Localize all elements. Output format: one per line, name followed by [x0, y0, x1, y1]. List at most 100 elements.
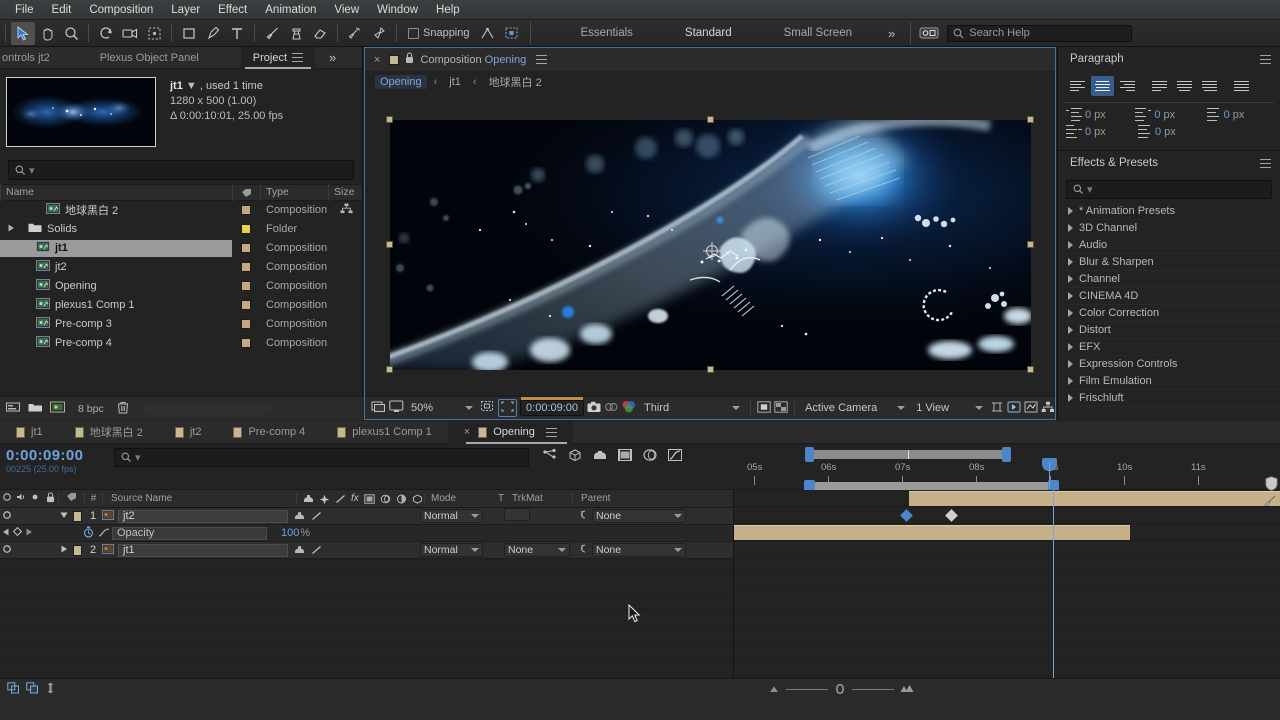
layer-mode-cell[interactable]: Normal [418, 509, 490, 523]
region-icon[interactable] [757, 401, 771, 416]
timeline-empty-track-row[interactable] [734, 541, 1280, 558]
layer-label-swatch[interactable] [70, 545, 84, 556]
project-item-label-swatch-cell[interactable] [232, 281, 260, 291]
disclosure-triangle-icon[interactable] [1068, 343, 1073, 351]
layer-parent-select[interactable]: None [592, 543, 686, 557]
project-panel-menu-icon[interactable] [292, 53, 303, 62]
camera-view-select[interactable]: Active Camera [801, 402, 909, 414]
disclosure-triangle-icon[interactable] [1068, 241, 1073, 249]
parent-pickwhip-icon[interactable] [574, 509, 592, 523]
property-name[interactable]: Opacity [112, 527, 267, 540]
close-icon[interactable]: × [464, 426, 470, 438]
adjustment-layer-icon[interactable] [396, 494, 407, 504]
search-help-input[interactable]: Search Help [947, 25, 1132, 42]
project-item-label-swatch-cell[interactable] [232, 319, 260, 329]
timeline-empty-track-row[interactable] [734, 609, 1280, 626]
layer-video-toggle[interactable] [0, 510, 14, 523]
col-index[interactable]: # [84, 493, 102, 504]
project-item-row[interactable]: 地球黑白 2Composition [0, 201, 362, 220]
layer-mode-select[interactable]: Normal [420, 509, 483, 523]
space-before-field[interactable]: 0 px [1205, 108, 1274, 121]
timeline-search-caret[interactable]: ▾ [135, 451, 141, 464]
breadcrumb-opening[interactable]: Opening [375, 75, 427, 89]
enable-frame-blending-icon[interactable] [617, 448, 633, 465]
zoom-slider-thumb[interactable] [834, 683, 846, 695]
menu-item-layer[interactable]: Layer [162, 0, 209, 20]
timeline-empty-row[interactable] [0, 576, 733, 593]
snapping-toggle[interactable]: Snapping [402, 27, 476, 39]
timeline-empty-track-row[interactable] [734, 660, 1280, 677]
zoom-out-icon[interactable] [768, 684, 780, 694]
layer-video-toggle[interactable] [0, 544, 14, 557]
effects-category-row[interactable]: 3D Channel [1058, 220, 1280, 237]
menu-item-help[interactable]: Help [427, 0, 469, 20]
align-left-button[interactable] [1066, 76, 1089, 96]
effects-category-row[interactable]: Film Emulation [1058, 373, 1280, 390]
workspace-small-screen[interactable]: Small Screen [758, 20, 878, 47]
chevron-down-icon[interactable] [465, 406, 473, 410]
menu-item-effect[interactable]: Effect [209, 0, 256, 20]
label-color-swatch[interactable] [241, 262, 251, 272]
snap-mode-icon[interactable] [476, 22, 500, 45]
timeline-empty-track-row[interactable] [734, 592, 1280, 609]
col-trkmat[interactable]: TrkMat [508, 493, 572, 504]
selection-handle-mr[interactable] [1027, 241, 1034, 248]
hand-tool[interactable] [35, 22, 59, 45]
puppet-pin-tool[interactable] [367, 22, 391, 45]
col-t[interactable]: T [494, 493, 508, 504]
preview-dropdown-caret[interactable]: ▼ [186, 80, 197, 92]
project-item-label-swatch-cell[interactable] [232, 300, 260, 310]
camera-tool[interactable] [118, 22, 142, 45]
project-item-name-cell[interactable]: jt2 [0, 259, 232, 276]
shy-switch-icon[interactable] [294, 511, 305, 521]
workspace-more-button[interactable]: » [878, 26, 904, 41]
project-item-label-swatch-cell[interactable] [232, 224, 260, 234]
column-name[interactable]: Name [0, 184, 232, 201]
comp-flowchart-icon[interactable] [340, 203, 362, 217]
3d-layer-icon[interactable] [412, 494, 423, 504]
indent-first-line-field[interactable]: 0 px [1066, 125, 1136, 138]
timeline-panel-menu-icon[interactable] [546, 428, 557, 437]
chevron-down-icon-3[interactable] [897, 406, 905, 410]
project-item-name-cell[interactable]: Pre-comp 3 [0, 316, 232, 333]
effects-panel-menu-icon[interactable] [1260, 159, 1271, 168]
graph-editor-toggle-icon[interactable] [96, 527, 112, 540]
selection-handle-tc[interactable] [707, 116, 714, 123]
quality-icon[interactable] [335, 494, 346, 504]
justify-last-right-button[interactable] [1198, 76, 1221, 96]
roto-handle-icon[interactable] [1264, 494, 1278, 511]
timeline-current-time[interactable]: 0:00:09:00 [6, 448, 104, 464]
work-area-end-handle[interactable] [1002, 447, 1011, 462]
work-area-bar[interactable] [809, 450, 1010, 459]
project-item-name-cell[interactable]: Pre-comp 4 [0, 335, 232, 352]
disclosure-triangle-icon[interactable] [8, 223, 18, 235]
show-snapshot-icon[interactable] [604, 401, 618, 416]
menu-item-composition[interactable]: Composition [80, 0, 162, 20]
disclosure-triangle-icon[interactable] [1068, 258, 1073, 266]
breadcrumb-diqiuheibai[interactable]: 地球黑白 2 [484, 73, 547, 91]
justify-last-center-button[interactable] [1173, 76, 1196, 96]
timeline-icon[interactable] [1024, 401, 1038, 416]
monitor-icon[interactable] [389, 400, 404, 416]
menu-item-window[interactable]: Window [368, 0, 427, 20]
timeline-empty-row[interactable] [0, 593, 733, 610]
disclosure-triangle-icon[interactable] [1068, 360, 1073, 368]
column-size[interactable]: Size [328, 184, 362, 201]
stopwatch-icon[interactable] [80, 526, 96, 541]
project-preview-thumbnail[interactable] [6, 77, 156, 147]
graph-editor-icon[interactable] [667, 448, 683, 465]
comp-flowchart-icon[interactable] [1041, 401, 1055, 416]
trash-drop-slot[interactable] [142, 402, 272, 415]
next-keyframe-button[interactable] [24, 527, 35, 539]
layer-duration-bar[interactable] [734, 525, 1130, 540]
shy-icon[interactable] [303, 494, 314, 504]
shy-switch-icon[interactable] [294, 545, 305, 555]
brush-tool[interactable] [260, 22, 284, 45]
collapse-icon[interactable] [319, 494, 330, 504]
project-item-label-swatch-cell[interactable] [232, 338, 260, 348]
timeline-tab-jt2[interactable]: jt2 [159, 421, 218, 444]
timeline-track-row[interactable] [734, 524, 1280, 541]
menu-item-view[interactable]: View [325, 0, 368, 20]
col-solo-icon[interactable] [28, 492, 42, 505]
layer-mode-select[interactable]: Normal [420, 543, 483, 557]
